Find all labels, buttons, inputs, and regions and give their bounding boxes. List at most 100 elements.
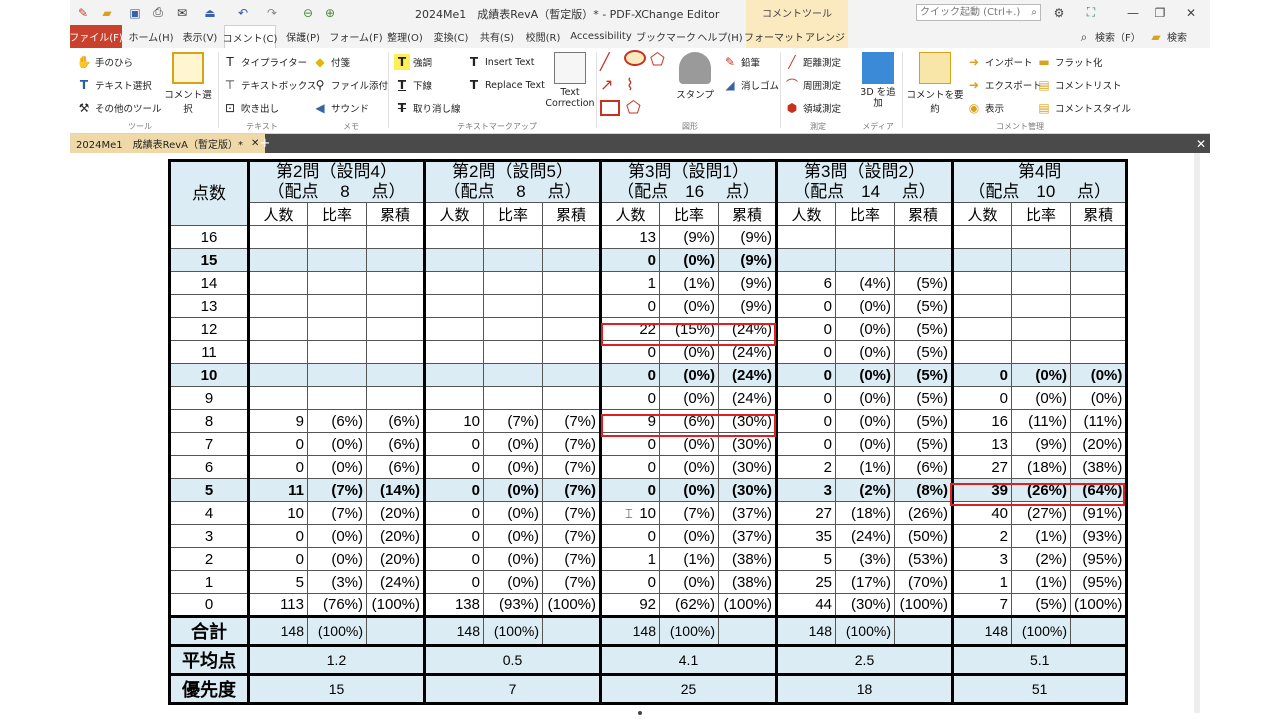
comment-style-button[interactable]: ▤ コメントスタイル bbox=[1036, 100, 1131, 116]
new-tab-icon[interactable]: + bbox=[258, 134, 272, 153]
sticky-note-button[interactable]: ◆ 付箋 bbox=[312, 54, 350, 70]
table-cell: (5%) bbox=[894, 340, 953, 364]
table-cell: (7%) bbox=[542, 432, 601, 456]
fullscreen-icon[interactable]: ⛶ bbox=[1078, 3, 1104, 22]
tab-share[interactable]: 共有(S) bbox=[474, 25, 520, 48]
insert-text-button[interactable]: T Insert Text bbox=[466, 54, 535, 70]
section-title: 第3問（設問1） bbox=[628, 162, 749, 181]
tab-view[interactable]: 表示(V) bbox=[178, 25, 222, 48]
table-cell: (38%) bbox=[1069, 455, 1128, 479]
table-cell: 35 bbox=[775, 524, 836, 548]
typewriter-button[interactable]: T タイプライター bbox=[222, 54, 307, 70]
redo-icon[interactable]: ↷ bbox=[262, 3, 282, 22]
comment-list-label: コメントリスト bbox=[1055, 81, 1122, 92]
scan-icon[interactable]: ⏏ bbox=[200, 3, 220, 22]
flatten-button[interactable]: ▬ フラット化 bbox=[1036, 54, 1102, 70]
table-cell: (0%) bbox=[483, 501, 543, 525]
text-select-button[interactable]: T テキスト選択 bbox=[76, 77, 152, 93]
underline-button[interactable]: T 下線 bbox=[394, 77, 432, 93]
highlight-button[interactable]: T 強調 bbox=[394, 54, 432, 70]
tab-home[interactable]: ホーム(H) bbox=[126, 25, 176, 48]
other-tools-button[interactable]: ⚒ その他のツール bbox=[76, 100, 162, 116]
sound-button[interactable]: ◀ サウンド bbox=[312, 100, 369, 116]
group-label-tools: ツール bbox=[128, 122, 152, 131]
export-button[interactable]: ➜ エクスポート bbox=[966, 77, 1042, 93]
total-rate: (100%) bbox=[659, 615, 719, 646]
find-button[interactable]: ▰ 検索 bbox=[1148, 27, 1187, 46]
tab-form[interactable]: フォーム(F) bbox=[328, 25, 384, 48]
total-count: 148 bbox=[247, 615, 308, 646]
tab-comment[interactable]: コメント(C) bbox=[223, 25, 277, 48]
quick-launch-input[interactable]: クイック起動 (Ctrl+.) ⌕ bbox=[916, 4, 1041, 21]
vertical-scrollbar[interactable] bbox=[1194, 153, 1200, 713]
ellipse-tool-icon[interactable] bbox=[624, 50, 646, 66]
pencil-button[interactable]: ✎ 鉛筆 bbox=[722, 54, 760, 70]
open-folder-icon[interactable]: ▰ bbox=[97, 3, 117, 22]
document-tab[interactable]: 2024Me1 成績表RevA（暫定版）* ✕ bbox=[70, 134, 266, 153]
section-title: 第3問（設問2） bbox=[804, 162, 925, 181]
forward-icon[interactable]: ⊕ bbox=[320, 3, 340, 22]
area-button[interactable]: ⬢ 領域測定 bbox=[784, 100, 841, 116]
tab-file[interactable]: ファイル(F) bbox=[70, 25, 123, 48]
show-button[interactable]: ◉ 表示 bbox=[966, 100, 1004, 116]
document-view[interactable]: 点数 第2問（設問4） （配点 8 点） 第2問（設問5） （配点 8 点） 第3問（設問… bbox=[70, 153, 1210, 720]
tab-help[interactable]: ヘルプ(H) bbox=[696, 25, 744, 48]
highlight-icon: T bbox=[394, 54, 410, 70]
back-icon[interactable]: ⊖ bbox=[298, 3, 318, 22]
text-correction-button[interactable]: Text Correction bbox=[544, 52, 596, 109]
line-tool-icon[interactable]: ╱ bbox=[600, 52, 610, 71]
tab-accessibility[interactable]: Accessibility bbox=[568, 25, 634, 48]
tab-bookmark[interactable]: ブックマーク bbox=[636, 25, 696, 48]
priority-value: 18 bbox=[775, 673, 953, 704]
summarize-comments-button[interactable]: コメントを要約 bbox=[904, 52, 966, 115]
table-cell bbox=[894, 248, 953, 272]
table-cell: 0 bbox=[599, 294, 660, 318]
table-cell: 6 bbox=[775, 271, 836, 295]
tab-protect[interactable]: 保護(P) bbox=[280, 25, 326, 48]
attach-file-button[interactable]: ⚲ ファイル添付 bbox=[312, 77, 388, 93]
print-icon[interactable]: ⎙ bbox=[148, 3, 168, 22]
table-cell: (24%) bbox=[718, 340, 777, 364]
comment-list-button[interactable]: ▤ コメントリスト bbox=[1036, 77, 1122, 93]
cloud-tool-icon[interactable]: ⬠ bbox=[626, 98, 641, 118]
polyline-tool-icon[interactable]: ⌇ bbox=[626, 75, 634, 94]
tab-organize[interactable]: 整理(O) bbox=[382, 25, 428, 48]
table-cell: (11%) bbox=[1011, 409, 1071, 433]
table-cell: (5%) bbox=[894, 432, 953, 456]
callout-button[interactable]: ⊡ 吹き出し bbox=[222, 100, 279, 116]
email-icon[interactable]: ✉ bbox=[172, 3, 192, 22]
table-row: 0 113 (76%) (100%) 138 (93%) (100%) 92 (62%) (100… bbox=[169, 593, 1128, 617]
table-cell: 0 bbox=[599, 386, 660, 410]
table-cell: (20%) bbox=[366, 501, 425, 525]
close-window-icon[interactable]: ✕ bbox=[1178, 3, 1204, 22]
add-3d-button[interactable]: 3D を追加 bbox=[856, 52, 900, 109]
ribbon-separator bbox=[218, 52, 219, 128]
tab-review[interactable]: 校閲(R) bbox=[520, 25, 566, 48]
stamp-button[interactable]: スタンプ bbox=[670, 52, 720, 101]
text-correction-icon bbox=[554, 52, 586, 84]
hand-tool-button[interactable]: ✋ 手のひら bbox=[76, 54, 134, 70]
settings-icon[interactable]: ⚙ bbox=[1046, 3, 1072, 22]
rectangle-tool-icon[interactable] bbox=[600, 100, 620, 116]
arrow-tool-icon[interactable]: ↗ bbox=[600, 75, 613, 94]
strikeout-button[interactable]: T 取り消し線 bbox=[394, 100, 461, 116]
save-icon[interactable]: ▣ bbox=[125, 3, 145, 22]
replace-text-button[interactable]: T Replace Text bbox=[466, 77, 545, 93]
ribbon-search-button[interactable]: ⌕ 検索（F） bbox=[1076, 27, 1141, 46]
undo-icon[interactable]: ↶ bbox=[233, 3, 253, 22]
close-document-icon[interactable]: ✕ bbox=[1196, 134, 1206, 153]
table-cell bbox=[542, 225, 601, 249]
distance-button[interactable]: ╱ 距離測定 bbox=[784, 54, 841, 70]
polygon-tool-icon[interactable]: ⬠ bbox=[650, 50, 665, 70]
tab-arrange[interactable]: アレンジ bbox=[802, 25, 848, 48]
comment-select-button[interactable]: コメント選択 bbox=[162, 52, 214, 115]
textbox-button[interactable]: ⊤ テキストボックス bbox=[222, 77, 317, 93]
minimize-icon[interactable]: — bbox=[1120, 3, 1146, 22]
import-button[interactable]: ➜ インポート bbox=[966, 54, 1033, 70]
eraser-button[interactable]: ◢ 消しゴム bbox=[722, 77, 779, 93]
tab-convert[interactable]: 変換(C) bbox=[428, 25, 474, 48]
table-cell: (2%) bbox=[835, 478, 895, 502]
restore-icon[interactable]: ❐ bbox=[1147, 3, 1173, 22]
tab-format[interactable]: フォーマット bbox=[744, 25, 804, 48]
perimeter-button[interactable]: ⌒ 周囲測定 bbox=[784, 77, 841, 93]
